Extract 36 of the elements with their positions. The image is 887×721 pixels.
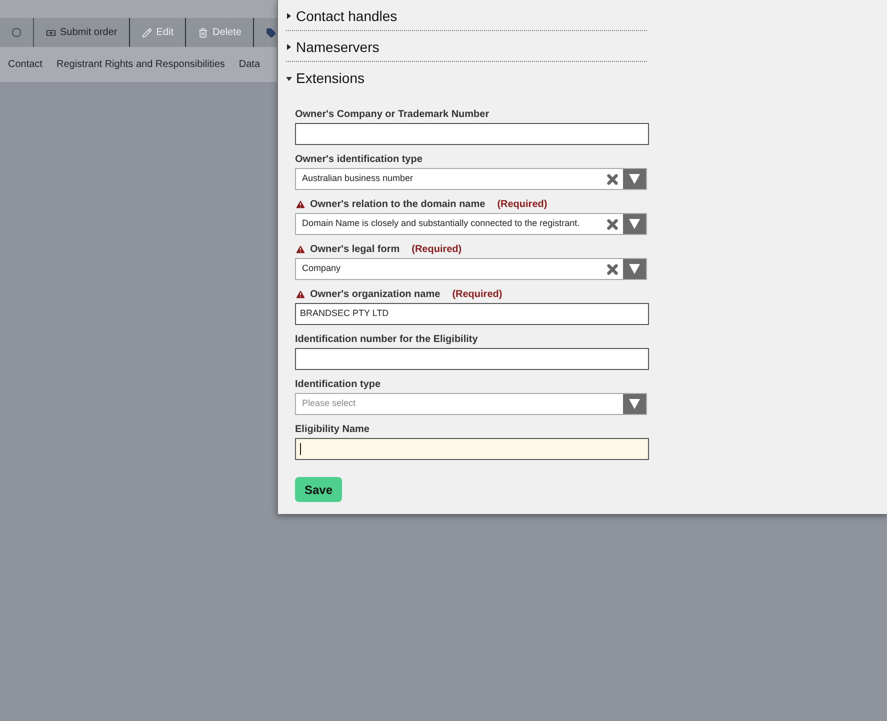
save-button[interactable]: Save [295,477,342,502]
input-field[interactable] [295,438,649,460]
clear-icon[interactable] [605,216,620,232]
field-label: Identification number for the Eligibility [295,332,478,346]
input-field[interactable]: BRANDSEC PTY LTD [295,303,649,325]
tag-icon[interactable] [266,28,276,38]
select-field[interactable]: Company [295,258,647,280]
required-note: (Required) [452,288,502,302]
select-field[interactable]: Domain Name is closely and substantially connected to the registrant. [295,213,647,235]
input-field[interactable] [295,123,649,145]
banknote-icon [46,28,56,38]
input-field[interactable] [295,348,649,370]
pencil-icon [142,28,152,38]
checkbox[interactable] [12,28,21,37]
clear-icon[interactable] [605,172,620,186]
section-header[interactable]: Extensions [286,62,647,93]
caret-down-icon [286,76,292,82]
nav-tab[interactable]: Data [238,57,260,72]
nav-tab[interactable]: Contact [8,57,42,72]
field-label: Eligibility Name [295,422,370,436]
field-label: Identification type [295,378,381,392]
section-header[interactable]: Nameservers [286,31,647,62]
nav-tab[interactable]: Registrant Rights and Responsibilities [56,57,225,72]
trash-icon [198,28,208,38]
field-label: Owner's Company or Trademark Number [295,108,490,122]
select-field[interactable]: Australian business number [295,168,647,190]
select-field[interactable]: Please select [295,393,647,415]
clear-icon[interactable] [605,262,620,276]
field-label: Owner's relation to the domain name [310,198,486,212]
field-label: Owner's legal form [310,242,400,256]
section-header[interactable]: Contact handles [286,0,647,31]
required-note: (Required) [412,242,462,256]
caret-right-icon [286,44,292,50]
field-label: Owner's organization name [310,288,440,302]
field-label: Owner's identification type [295,152,422,166]
required-note: (Required) [497,198,548,212]
